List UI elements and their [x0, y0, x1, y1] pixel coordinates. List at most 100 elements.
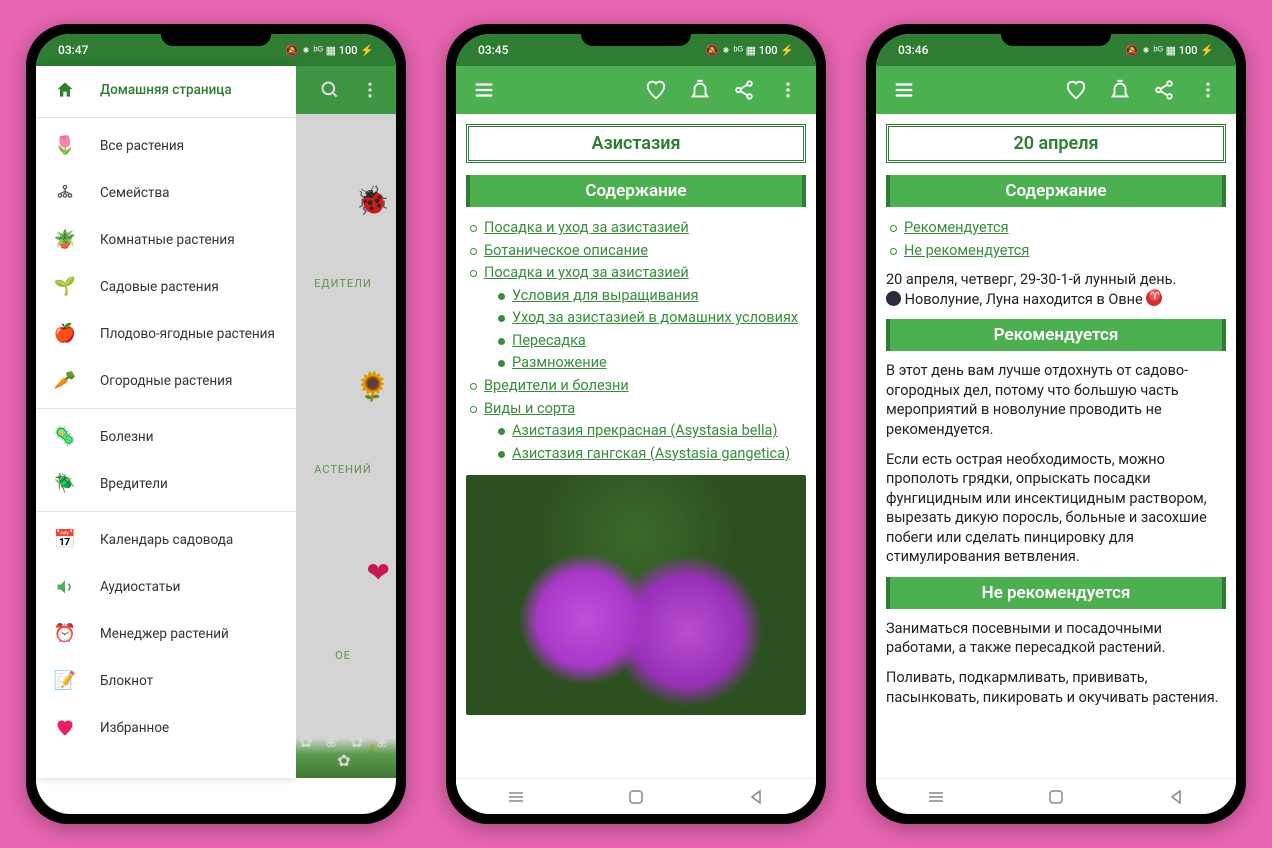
back-button[interactable]: [736, 787, 776, 807]
toc-item: Посадка и уход за азистазией Условия для …: [484, 262, 806, 373]
page-title: 20 апреля: [886, 124, 1226, 163]
calendar-icon: 📅: [54, 529, 76, 551]
recents-button[interactable]: [916, 787, 956, 807]
drawer-item-houseplant[interactable]: 🪴 Комнатные растения: [36, 216, 296, 263]
search-icon[interactable]: [312, 72, 348, 108]
drawer-item-families[interactable]: Семейства: [36, 169, 296, 216]
recommended-text: В этот день вам лучше отдохнуть от садов…: [886, 361, 1226, 439]
toc-link[interactable]: Размножение: [512, 354, 607, 371]
nav-drawer[interactable]: Домашняя страница 🌷 Все растения Семейства 🪴…: [36, 66, 296, 778]
drawer-item-vegetable[interactable]: 🥕 Огородные растения: [36, 357, 296, 404]
recommended-header: Рекомендуется: [886, 319, 1226, 351]
favorite-icon[interactable]: [1058, 72, 1094, 108]
drawer-item-plants[interactable]: 🌷 Все растения: [36, 122, 296, 169]
status-icons: 🔕 ⁕ ᵇᴳ ▦ 100 ⚡: [285, 44, 374, 57]
drawer-item-calendar[interactable]: 📅 Календарь садовода: [36, 516, 296, 563]
drawer-item-favorite[interactable]: Избранное: [36, 704, 296, 751]
toc-link[interactable]: Рекомендуется: [904, 219, 1009, 236]
menu-icon[interactable]: [886, 72, 922, 108]
drawer-item-label: Все растения: [100, 138, 184, 154]
recommended-text: Если есть острая необходимость, можно пр…: [886, 450, 1226, 567]
reminder-icon[interactable]: [682, 72, 718, 108]
share-icon[interactable]: [1146, 72, 1182, 108]
overflow-icon[interactable]: [770, 72, 806, 108]
toc-link[interactable]: Азистазия прекрасная (Asystasia bella): [512, 422, 777, 439]
not-recommended-text: Поливать, подкармливать, прививать, пасы…: [886, 668, 1226, 707]
toc-link[interactable]: Виды и сорта: [484, 400, 575, 417]
toc: Рекомендуется Не рекомендуется: [886, 217, 1226, 260]
drawer-item-label: Календарь садовода: [100, 532, 233, 548]
phone-1: 03:47 🔕 ⁕ ᵇᴳ ▦ 100 ⚡ Домашняя страница🌷В…: [26, 24, 406, 824]
drawer-item-label: Болезни: [100, 429, 154, 445]
status-bar: 03:46 🔕 ⁕ ᵇᴳ ▦ 100 ⚡: [876, 34, 1236, 66]
garden-icon: 🌱: [54, 276, 76, 298]
drawer-item-label: Аудиостатьи: [100, 579, 180, 595]
date-line: 20 апреля, четверг, 29-30-1-й лунный ден…: [886, 270, 1226, 309]
toc-item: Не рекомендуется: [904, 240, 1226, 261]
drawer-item-disease[interactable]: 🦠 Болезни: [36, 413, 296, 460]
drawer-item-fruit[interactable]: 🍎Плодово-ягодные растения: [36, 310, 296, 357]
drawer-item-label: Комнатные растения: [100, 232, 235, 248]
recents-button[interactable]: [496, 787, 536, 807]
toc-link[interactable]: Условия для выращивания: [512, 287, 699, 304]
plants-icon: 🌷: [54, 135, 76, 157]
toc-item: Азистазия прекрасная (Asystasia bella): [512, 420, 806, 441]
disease-icon: 🦠: [54, 426, 76, 448]
drawer-item-audio[interactable]: Аудиостатьи: [36, 563, 296, 610]
toc-link[interactable]: Посадка и уход за азистазией: [484, 264, 689, 281]
toc-header: Содержание: [466, 175, 806, 207]
drawer-item-garden[interactable]: 🌱 Садовые растения: [36, 263, 296, 310]
page-title: Азистазия: [466, 124, 806, 163]
toc-link[interactable]: Вредители и болезни: [484, 377, 629, 394]
plant-photo: [466, 475, 806, 715]
status-icons: 🔕 ⁕ ᵇᴳ ▦ 100 ⚡: [705, 44, 794, 57]
drawer-item-pest[interactable]: 🪲Вредители: [36, 460, 296, 507]
drawer-item-notepad[interactable]: 📝Блокнот: [36, 657, 296, 704]
drawer-item-home[interactable]: Домашняя страница: [36, 66, 296, 113]
menu-icon[interactable]: [466, 72, 502, 108]
drawer-divider: [36, 408, 296, 409]
share-icon[interactable]: [726, 72, 762, 108]
vegetable-icon: 🥕: [54, 370, 76, 392]
toc-link[interactable]: Азистазия гангская (Asystasia gangetica): [512, 445, 790, 462]
toc-link[interactable]: Ботаническое описание: [484, 242, 648, 259]
drawer-item-alarm[interactable]: ⏰ Менеджер растений: [36, 610, 296, 657]
toc: Посадка и уход за азистазией Ботаническое…: [466, 217, 806, 463]
drawer-item-label: Огородные растения: [100, 373, 232, 389]
android-nav-bar: [876, 778, 1236, 814]
drawer-item-label: Менеджер растений: [100, 626, 229, 642]
drawer-item-label: Вредители: [100, 476, 168, 492]
back-button[interactable]: [1156, 787, 1196, 807]
toc-item: Азистазия гангская (Asystasia gangetica): [512, 443, 806, 464]
app-bar: [876, 66, 1236, 114]
families-icon: [54, 182, 76, 204]
toc-link[interactable]: Уход за азистазией в домашних условиях: [512, 309, 798, 326]
toc-item: Виды и сорта Азистазия прекрасная (Asysta…: [484, 398, 806, 464]
toc-link[interactable]: Пересадка: [512, 332, 586, 349]
reminder-icon[interactable]: [1102, 72, 1138, 108]
content-area[interactable]: 20 апреля Содержание Рекомендуется Не рек…: [876, 114, 1236, 778]
toc-item: Размножение: [512, 352, 806, 373]
toc-item: Пересадка: [512, 330, 806, 351]
toc-item: Вредители и болезни: [484, 375, 806, 396]
overflow-icon[interactable]: [1190, 72, 1226, 108]
content-area[interactable]: Азистазия Содержание Посадка и уход за а…: [456, 114, 816, 778]
new-moon-icon: [886, 291, 901, 306]
toc-link[interactable]: Посадка и уход за азистазией: [484, 219, 689, 236]
alarm-icon: ⏰: [54, 623, 76, 645]
drawer-item-label: Садовые растения: [100, 279, 219, 295]
fruit-icon: 🍎: [54, 323, 76, 345]
drawer-item-label: Блокнот: [100, 673, 153, 689]
overflow-icon[interactable]: [352, 72, 388, 108]
toc-link[interactable]: Не рекомендуется: [904, 242, 1029, 259]
houseplant-icon: 🪴: [54, 229, 76, 251]
drawer-item-label: Семейства: [100, 185, 170, 201]
home-button[interactable]: [616, 787, 656, 807]
toc-item: Уход за азистазией в домашних условиях: [512, 307, 806, 328]
favorite-icon[interactable]: [638, 72, 674, 108]
toc-header: Содержание: [886, 175, 1226, 207]
home-button[interactable]: [1036, 787, 1076, 807]
toc-item: Посадка и уход за азистазией: [484, 217, 806, 238]
not-recommended-header: Не рекомендуется: [886, 577, 1226, 609]
bg-label: ЕДИТЕЛИ: [296, 277, 390, 290]
